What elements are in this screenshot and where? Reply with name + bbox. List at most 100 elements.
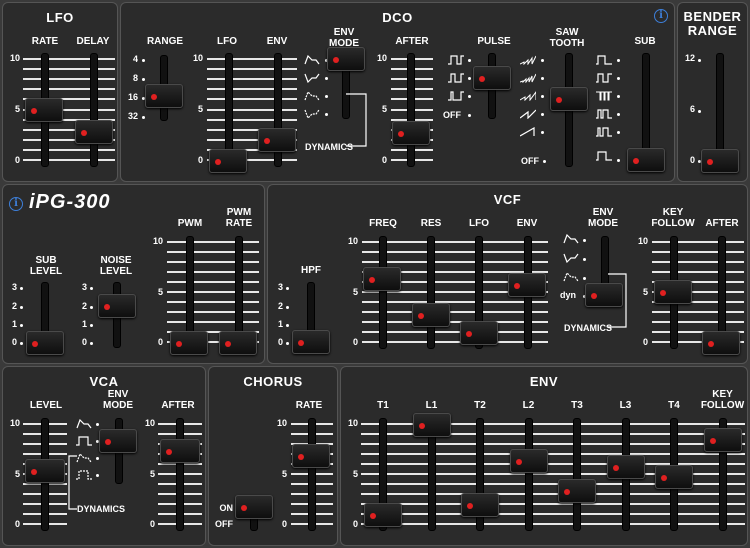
bender-tick-6: 6 xyxy=(689,104,695,114)
pwm-slider[interactable] xyxy=(170,331,208,355)
dynamics-bracket xyxy=(346,93,367,147)
env-slider-3[interactable] xyxy=(509,449,548,473)
vcf-lfo-label: LFO xyxy=(469,218,489,229)
vcf-tick-10: 10 xyxy=(347,236,358,246)
hpf-slider[interactable] xyxy=(292,330,330,354)
dco-tick-5: 5 xyxy=(197,104,203,114)
env-slider-2[interactable] xyxy=(461,493,499,517)
sub-level-tick-2: 2 xyxy=(11,301,17,311)
env-label-4: T3 xyxy=(571,400,583,411)
dco-env-slider[interactable] xyxy=(258,128,296,152)
vca-level-slider[interactable] xyxy=(25,459,65,483)
saw-2-icon xyxy=(520,73,536,83)
saw-1-icon xyxy=(520,55,536,65)
dco-pulse-label: PULSE xyxy=(477,36,511,47)
chorus-rate-track xyxy=(308,418,316,531)
sub-3-icon xyxy=(596,91,612,101)
vcf-env-mode-label: ENV MODE xyxy=(588,207,618,229)
pulse-mid-icon xyxy=(448,73,464,83)
dco-info-icon[interactable]: i xyxy=(654,9,668,23)
sub-1-icon xyxy=(596,55,612,65)
vcf-env-normal-icon xyxy=(563,234,579,244)
vcf-after-slider[interactable] xyxy=(702,331,740,355)
vcf-key-follow-label: KEY FOLLOW xyxy=(651,207,695,229)
sub-level-tick-0: 0 xyxy=(11,337,17,347)
vca-level-label: LEVEL xyxy=(29,400,63,411)
dco-after-label: AFTER xyxy=(395,36,429,47)
dco-saw-switch[interactable] xyxy=(550,87,588,111)
chorus-tick-0: 0 xyxy=(281,519,287,529)
vca-after-slider[interactable] xyxy=(160,439,200,463)
pulse-wide-icon xyxy=(448,55,464,65)
saw-5-icon xyxy=(520,127,535,137)
sub-level-tick-1: 1 xyxy=(11,319,17,329)
vca-after-track xyxy=(176,418,184,531)
vcf-res-slider[interactable] xyxy=(412,303,450,327)
env-tick-10: 10 xyxy=(347,418,358,428)
env-label-3: L2 xyxy=(522,400,535,411)
lfo-rate-slider[interactable] xyxy=(25,98,63,122)
vcf-kf-tick-5: 5 xyxy=(642,287,648,297)
env-dyn-normal-icon xyxy=(304,91,320,101)
chorus-tick-5: 5 xyxy=(281,469,287,479)
dco-env-mode-switch[interactable] xyxy=(327,47,365,71)
vcf-env-inverted-icon xyxy=(563,253,579,263)
env-slider-7[interactable] xyxy=(703,428,742,452)
env-slider-4[interactable] xyxy=(558,479,596,503)
sub-6-icon xyxy=(596,151,612,161)
vcf-dynamics-label: DYNAMICS xyxy=(564,323,613,333)
pulse-narrow-icon xyxy=(448,91,464,101)
dco-env-mode-label: ENV MODE xyxy=(329,27,359,49)
dco-lfo-slider[interactable] xyxy=(209,149,247,173)
vca-after-tick-0: 0 xyxy=(149,519,155,529)
sub-level-label: SUB LEVEL xyxy=(29,255,63,277)
env-slider-1[interactable] xyxy=(412,413,451,437)
brand-info-icon[interactable]: i xyxy=(9,197,23,211)
env-tick-0: 0 xyxy=(352,519,358,529)
chorus-rate-slider[interactable] xyxy=(292,444,330,468)
vcf-freq-slider[interactable] xyxy=(363,267,401,291)
hpf-label: HPF xyxy=(301,265,321,276)
brand-logo: iPG-300 xyxy=(29,191,111,213)
sub-2-icon xyxy=(596,73,612,83)
vca-env-mode-switch[interactable] xyxy=(99,429,137,453)
vcf-env-slider[interactable] xyxy=(508,273,546,297)
lfo-tick-0: 0 xyxy=(14,155,20,165)
vca-panel: VCA LEVEL ENV MODE AFTER 10 5 0 DYNAMICS… xyxy=(2,366,206,546)
lfo-rate-label: RATE xyxy=(31,36,59,47)
dco-range-32: 32 xyxy=(127,111,138,121)
dco-pulse-switch[interactable] xyxy=(473,66,511,90)
vca-after-label: AFTER xyxy=(161,400,195,411)
pwm-rate-slider[interactable] xyxy=(219,331,257,355)
lfo-delay-slider[interactable] xyxy=(75,120,113,144)
dco-after-tick-5: 5 xyxy=(381,104,387,114)
dco-pulse-off: OFF xyxy=(443,110,461,120)
noise-level-slider[interactable] xyxy=(98,294,136,318)
env-normal-icon xyxy=(304,55,320,65)
vcf-tick-0: 0 xyxy=(352,337,358,347)
vcf-res-track xyxy=(427,236,435,349)
env-slider-5[interactable] xyxy=(606,455,645,479)
dco-sub-switch[interactable] xyxy=(627,148,665,172)
bender-tick-12: 12 xyxy=(684,53,695,63)
sub-4-icon xyxy=(596,109,612,119)
dco-range-slider[interactable] xyxy=(145,84,183,108)
lfo-tick-5: 5 xyxy=(14,104,20,114)
chorus-off-label: OFF xyxy=(215,519,233,529)
saw-4-icon xyxy=(520,109,536,119)
env-label-6: T4 xyxy=(668,400,680,411)
vcf-key-follow-slider[interactable] xyxy=(654,280,692,304)
env-slider-6[interactable] xyxy=(655,465,693,489)
env-slider-0[interactable] xyxy=(364,503,402,527)
bender-panel: BENDER RANGE 12 6 0 xyxy=(677,2,748,182)
sub-level-slider[interactable] xyxy=(26,331,64,355)
hpf-tick-2: 2 xyxy=(277,301,283,311)
bender-range-slider[interactable] xyxy=(701,149,739,173)
env-label-2: T2 xyxy=(474,400,486,411)
pwm-label: PWM xyxy=(177,218,203,229)
chorus-on-label: ON xyxy=(219,503,234,513)
chorus-on-off-switch[interactable] xyxy=(235,495,273,519)
dco-after-slider[interactable] xyxy=(392,121,430,145)
vcf-lfo-slider[interactable] xyxy=(460,321,498,345)
env-track-3 xyxy=(524,418,533,531)
